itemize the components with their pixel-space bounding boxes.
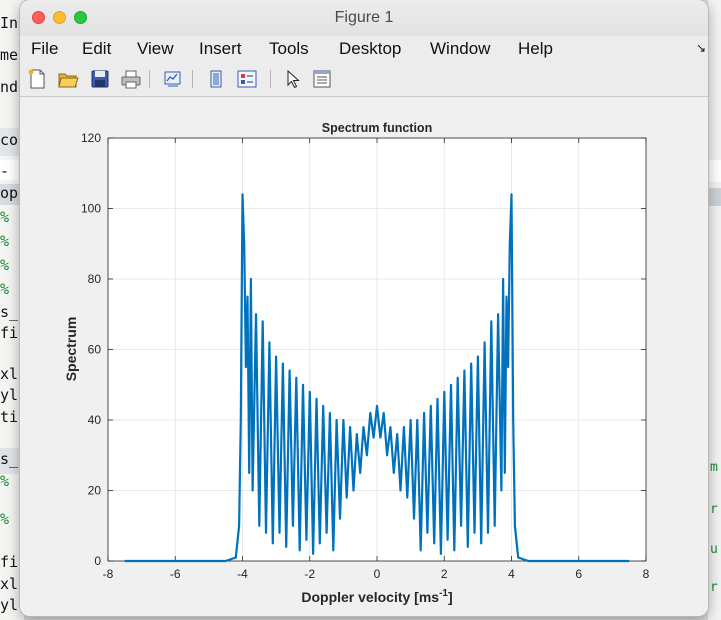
menu-file[interactable]: File <box>31 39 58 59</box>
hide-plot-tools-icon[interactable] <box>205 68 227 90</box>
editor-text-fragment: m <box>710 460 718 475</box>
show-plot-tools-icon[interactable] <box>236 68 258 90</box>
menu-tools[interactable]: Tools <box>269 39 309 59</box>
editor-text-fragment: % <box>0 256 10 274</box>
x-tick-label: 8 <box>643 567 650 581</box>
x-tick-labels: -8 -6 -4 -2 0 2 4 6 8 <box>103 567 650 581</box>
x-tick-label: -8 <box>103 567 114 581</box>
figure-toolbar <box>20 62 708 97</box>
editor-text-fragment: - <box>0 162 10 180</box>
y-tick-labels: 0 20 40 60 80 100 120 <box>81 131 101 568</box>
pointer-icon[interactable] <box>282 68 304 90</box>
toolbar-separator <box>270 70 271 88</box>
figure-window: Figure 1 File Edit View Insert Tools Des… <box>20 0 708 616</box>
menu-edit[interactable]: Edit <box>82 39 111 59</box>
x-tick-label: 2 <box>441 567 448 581</box>
editor-text-fragment: xl <box>0 365 19 383</box>
y-tick-label: 40 <box>88 413 102 427</box>
editor-text-fragment: % <box>0 208 10 226</box>
link-plot-icon[interactable] <box>162 68 184 90</box>
x-tick-label: 6 <box>575 567 582 581</box>
editor-text-fragment: me <box>0 46 19 64</box>
editor-text-fragment: s_ <box>0 450 19 468</box>
chart-title: Spectrum function <box>322 121 432 135</box>
editor-band <box>708 188 721 206</box>
x-tick-label: 0 <box>374 567 381 581</box>
editor-text-fragment: co <box>0 131 19 149</box>
x-tick-label: -2 <box>304 567 315 581</box>
print-icon[interactable] <box>120 68 142 90</box>
editor-text-fragment: s_ <box>0 303 19 321</box>
toolbar-separator <box>192 70 193 88</box>
window-title: Figure 1 <box>334 9 394 26</box>
menu-help[interactable]: Help <box>518 39 553 59</box>
figure-canvas: 0 20 40 60 80 100 120 -8 -6 -4 -2 0 2 4 6 8 Spectrum f… <box>20 97 708 616</box>
spectrum-plot[interactable]: 0 20 40 60 80 100 120 -8 -6 -4 -2 0 2 4 6 8 Spectrum f… <box>20 97 708 616</box>
menu-bar: File Edit View Insert Tools Desktop Wind… <box>20 36 708 62</box>
editor-band <box>708 160 721 182</box>
editor-text-fragment: r <box>710 580 718 595</box>
editor-text-fragment: ti <box>0 408 19 426</box>
open-file-icon[interactable] <box>57 68 79 90</box>
y-tick-label: 120 <box>81 131 101 145</box>
menu-view[interactable]: View <box>137 39 174 59</box>
editor-text-fragment: % <box>0 280 10 298</box>
editor-text-fragment: r <box>710 502 718 517</box>
editor-text-fragment: % <box>0 232 10 250</box>
menu-insert[interactable]: Insert <box>199 39 242 59</box>
title-bar: Figure 1 <box>20 0 708 36</box>
editor-text-fragment: op <box>0 184 19 202</box>
x-tick-label: -6 <box>170 567 181 581</box>
editor-text-fragment: yl <box>0 596 19 614</box>
editor-text-fragment: xl <box>0 575 19 593</box>
x-tick-label: -4 <box>237 567 248 581</box>
dock-arrow-icon[interactable]: ↘ <box>696 41 706 55</box>
toolbar-separator <box>149 70 150 88</box>
menu-window[interactable]: Window <box>430 39 490 59</box>
editor-text-fragment: % <box>0 472 10 490</box>
y-tick-label: 20 <box>88 484 102 498</box>
editor-text-fragment: % <box>0 510 10 528</box>
new-figure-icon[interactable] <box>26 68 48 90</box>
y-tick-label: 100 <box>81 202 101 216</box>
y-axis-label: Spectrum <box>63 317 79 382</box>
save-icon[interactable] <box>89 68 111 90</box>
editor-text-fragment: fi <box>0 553 19 571</box>
x-tick-label: 4 <box>508 567 515 581</box>
editor-text-fragment: fi <box>0 324 19 342</box>
editor-text-fragment: u <box>710 542 718 557</box>
y-tick-label: 0 <box>94 554 101 568</box>
y-tick-label: 60 <box>88 343 102 357</box>
x-axis-label: Doppler velocity [ms-1] <box>301 588 452 605</box>
y-tick-label: 80 <box>88 272 102 286</box>
property-inspector-icon[interactable] <box>311 68 333 90</box>
menu-desktop[interactable]: Desktop <box>339 39 401 59</box>
editor-text-fragment: yl <box>0 386 19 404</box>
background-editor-right: m r u r <box>708 0 721 620</box>
